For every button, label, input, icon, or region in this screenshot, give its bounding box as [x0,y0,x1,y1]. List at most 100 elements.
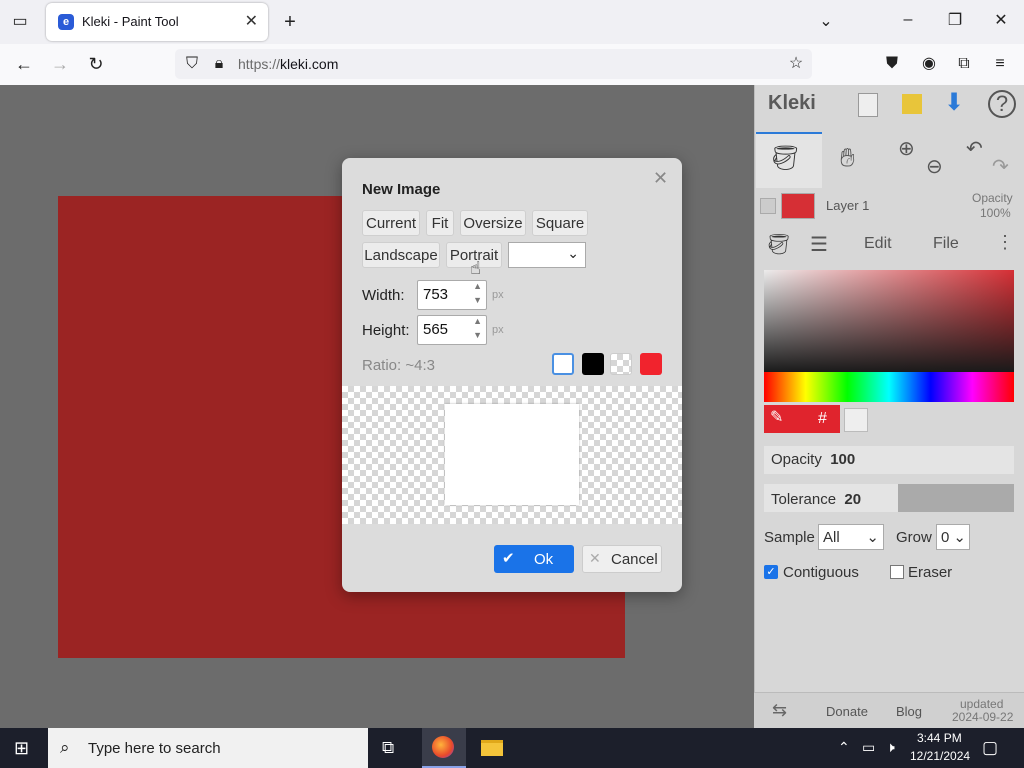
notifications-icon[interactable]: ▢ [982,738,998,758]
taskbar-date[interactable]: 12/21/2024 [910,749,970,763]
firefox-icon [432,736,454,758]
account-icon[interactable]: ◉ [917,54,941,74]
extensions-icon[interactable]: ⧉ [952,54,976,74]
height-unit: px [492,324,504,336]
layer-visibility-checkbox[interactable] [760,198,776,214]
search-icon: ⌕ [60,738,70,757]
browser-tab[interactable]: e Kleki - Paint Tool ✕ [46,3,268,41]
volume-muted-icon[interactable]: 🕨︎ [886,739,895,756]
secondary-color-swatch[interactable] [844,408,868,432]
preset-fit-button[interactable]: Fit [426,210,454,236]
redo-icon[interactable]: ↷ [992,154,1009,179]
brush-tab-icon[interactable]: 🪣︎ [766,232,791,257]
preset-landscape-button[interactable]: Landscape [362,242,440,268]
bookmark-star-icon[interactable]: ☆ [784,54,808,74]
preset-oversize-button[interactable]: Oversize [460,210,526,236]
donate-link[interactable]: Donate [826,704,868,719]
grow-label: Grow [896,529,932,546]
tab-close-icon[interactable]: ✕ [245,11,258,31]
updated-label: updated [960,697,1004,711]
dialog-close-icon[interactable]: ✕ [653,168,668,189]
updated-date: 2024-09-22 [952,710,1014,724]
opacity-slider-label: Opacity 100 [771,451,856,468]
layers-tab-icon[interactable]: ☰ [810,232,828,257]
new-tab-icon[interactable]: + [278,12,302,32]
layer-opacity-value: 100% [980,206,1011,220]
hand-icon[interactable]: ✋︎ [840,142,855,174]
cancel-button[interactable]: ✕ Cancel [582,545,662,573]
ok-button[interactable]: ✔ Ok [494,545,574,573]
eraser-checkbox[interactable] [890,565,904,579]
chevron-down-icon: ⌄ [866,529,879,546]
tolerance-slider-label: Tolerance 20 [771,491,862,508]
zoom-in-icon[interactable]: ⊕ [898,136,915,161]
bg-black-swatch[interactable] [582,353,604,375]
layer-thumbnail[interactable] [781,193,815,219]
width-label: Width: [362,287,405,304]
chevron-down-icon: ⌄ [953,529,966,546]
dialog-title: New Image [362,181,441,198]
tab-file[interactable]: File [933,235,959,253]
preset-current-button[interactable]: Current [362,210,420,236]
lock-icon[interactable]: 🔒︎ [207,54,231,74]
pocket-icon[interactable]: ⛊ [880,54,904,74]
contiguous-checkbox[interactable]: ✓ [764,565,778,579]
checkmark-icon: ✔ [502,550,515,567]
more-menu-icon[interactable]: ⋮ [996,232,1014,253]
tab-edit[interactable]: Edit [864,235,892,253]
mouse-pointer-hand-icon: ☝︎ [470,258,481,278]
blog-link[interactable]: Blog [896,704,922,719]
height-label: Height: [362,322,410,339]
width-stepper-icon[interactable]: ▲ ▼ [473,279,482,307]
new-file-icon[interactable] [858,93,878,117]
forward-arrow-icon[interactable]: → [48,54,72,74]
chevron-down-icon: ⌄ [567,245,579,261]
hex-input-button[interactable]: # [818,410,827,428]
reload-icon[interactable]: ↻ [84,54,108,74]
back-arrow-icon[interactable]: ← [12,54,36,74]
cancel-x-icon: ✕ [589,550,601,566]
preset-square-button[interactable]: Square [532,210,588,236]
kleki-logo[interactable]: Kleki [768,92,816,115]
maximize-icon[interactable]: ❐ [943,11,967,31]
sample-select[interactable]: All ⌄ [818,524,884,550]
zoom-out-icon[interactable]: ⊖ [926,154,943,179]
taskbar-search-placeholder: Type here to search [88,740,221,757]
tab-overflow-chevron-icon[interactable]: ⌄ [814,12,838,32]
bg-red-swatch[interactable] [640,353,662,375]
width-input[interactable]: 753 ▲ ▼ [417,280,487,310]
help-icon[interactable]: ? [988,90,1016,118]
bg-transparent-swatch[interactable] [610,353,632,375]
taskbar-time[interactable]: 3:44 PM [917,731,962,745]
tray-chevron-up-icon[interactable]: ⌃ [838,739,850,756]
menu-icon[interactable]: ≡ [988,54,1012,74]
ok-label: Ok [534,551,554,568]
bg-white-swatch[interactable] [552,353,574,375]
new-image-dialog: New Image ✕ Current Fit Oversize Square … [342,158,682,592]
kleki-favicon-icon: e [58,14,74,30]
eraser-label: Eraser [908,564,953,581]
ratio-text: Ratio: ~4:3 [362,357,435,374]
layer-name[interactable]: Layer 1 [826,198,869,213]
download-icon[interactable]: ⬇ [944,88,964,117]
hue-slider[interactable] [764,372,1014,402]
undo-icon[interactable]: ↶ [966,136,983,161]
tab-list-icon[interactable]: ▭ [8,12,32,32]
file-explorer-icon[interactable] [481,740,503,756]
url-text[interactable]: https://kleki.com [238,56,338,72]
size-preset-select[interactable]: ⌄ [508,242,586,268]
eyedropper-icon[interactable]: ✎ [770,407,783,427]
layer-opacity-label: Opacity [972,191,1013,205]
height-stepper-icon[interactable]: ▲ ▼ [473,314,482,342]
network-icon[interactable]: ▭ [862,739,875,756]
save-folder-icon[interactable] [902,94,922,114]
window-close-icon[interactable]: ✕ [989,11,1013,31]
swap-side-icon[interactable]: ⇆ [772,700,787,721]
minimize-icon[interactable]: – [896,10,920,30]
shield-icon[interactable]: ⛉ [180,54,204,74]
windows-start-icon[interactable]: ⊞ [14,738,29,759]
grow-select[interactable]: 0 ⌄ [936,524,970,550]
color-saturation-picker[interactable] [764,270,1014,372]
task-view-icon[interactable]: ⧉ [382,738,394,758]
height-input[interactable]: 565 ▲ ▼ [417,315,487,345]
